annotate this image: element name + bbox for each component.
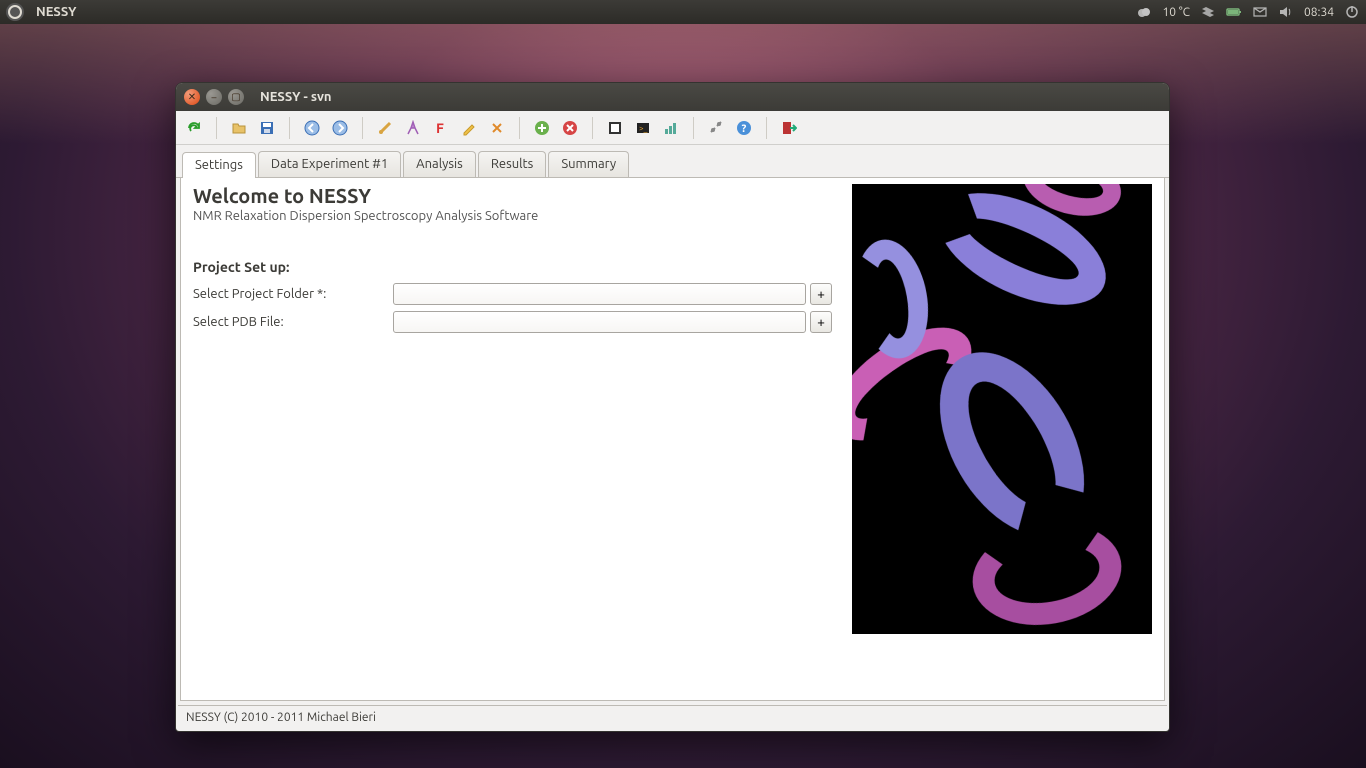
save-icon[interactable] — [255, 116, 279, 140]
project-folder-browse-button[interactable]: + — [810, 283, 832, 305]
exit-icon[interactable] — [777, 116, 801, 140]
app-window: ✕ – ▢ NESSY - svn F >_ ? Settings Data E… — [175, 82, 1170, 732]
open-icon[interactable] — [227, 116, 251, 140]
remove-icon[interactable] — [558, 116, 582, 140]
chart-icon[interactable] — [659, 116, 683, 140]
panel-app-name: NESSY — [36, 5, 76, 19]
pdb-file-row: Select PDB File: + — [193, 311, 832, 333]
window-maximize-button[interactable]: ▢ — [228, 89, 244, 105]
pdb-file-input[interactable] — [393, 311, 806, 333]
add-icon[interactable] — [530, 116, 554, 140]
back-icon[interactable] — [300, 116, 324, 140]
ubuntu-logo-icon[interactable] — [6, 3, 24, 21]
welcome-subtitle: NMR Relaxation Dispersion Spectroscopy A… — [193, 209, 832, 223]
tab-bar: Settings Data Experiment #1 Analysis Res… — [176, 145, 1169, 178]
toolbar: F >_ ? — [176, 111, 1169, 145]
help-icon[interactable]: ? — [732, 116, 756, 140]
svg-text:F: F — [436, 120, 444, 136]
stop-icon[interactable] — [603, 116, 627, 140]
project-folder-row: Select Project Folder *: + — [193, 283, 832, 305]
tab-data-experiment-1[interactable]: Data Experiment #1 — [258, 151, 401, 177]
mail-icon[interactable] — [1252, 4, 1268, 20]
refresh-icon[interactable] — [182, 116, 206, 140]
tool-a-icon[interactable] — [373, 116, 397, 140]
weather-text: 10 °C — [1162, 6, 1190, 19]
pdb-file-browse-button[interactable]: + — [810, 311, 832, 333]
clock-text: 08:34 — [1304, 6, 1334, 19]
tab-settings[interactable]: Settings — [182, 152, 256, 178]
system-tray: 10 °C 08:34 — [1136, 4, 1360, 20]
weather-icon[interactable] — [1136, 4, 1152, 20]
cut-icon[interactable] — [485, 116, 509, 140]
edit-icon[interactable] — [457, 116, 481, 140]
tab-summary[interactable]: Summary — [548, 151, 629, 177]
volume-icon[interactable] — [1278, 4, 1294, 20]
svg-text:?: ? — [742, 123, 747, 135]
project-folder-input[interactable] — [393, 283, 806, 305]
settings-icon[interactable] — [704, 116, 728, 140]
window-titlebar[interactable]: ✕ – ▢ NESSY - svn — [176, 83, 1169, 111]
dropbox-icon[interactable] — [1200, 4, 1216, 20]
tool-b-icon[interactable] — [401, 116, 425, 140]
project-setup-heading: Project Set up: — [193, 259, 832, 275]
content-area: Welcome to NESSY NMR Relaxation Dispersi… — [180, 178, 1165, 701]
forward-icon[interactable] — [328, 116, 352, 140]
font-icon[interactable]: F — [429, 116, 453, 140]
status-text: NESSY (C) 2010 - 2011 Michael Bieri — [186, 711, 376, 724]
protein-image — [852, 184, 1152, 634]
pdb-file-label: Select PDB File: — [193, 315, 393, 329]
svg-text:>_: >_ — [639, 124, 648, 133]
status-bar: NESSY (C) 2010 - 2011 Michael Bieri — [178, 705, 1167, 729]
desktop-top-panel: NESSY 10 °C 08:34 — [0, 0, 1366, 24]
tab-results[interactable]: Results — [478, 151, 546, 177]
power-icon[interactable] — [1344, 4, 1360, 20]
window-title: NESSY - svn — [260, 90, 332, 104]
window-close-button[interactable]: ✕ — [184, 89, 200, 105]
tab-analysis[interactable]: Analysis — [403, 151, 476, 177]
battery-icon[interactable] — [1226, 4, 1242, 20]
window-minimize-button[interactable]: – — [206, 89, 222, 105]
terminal-icon[interactable]: >_ — [631, 116, 655, 140]
welcome-heading: Welcome to NESSY — [193, 184, 832, 207]
project-folder-label: Select Project Folder *: — [193, 287, 393, 301]
